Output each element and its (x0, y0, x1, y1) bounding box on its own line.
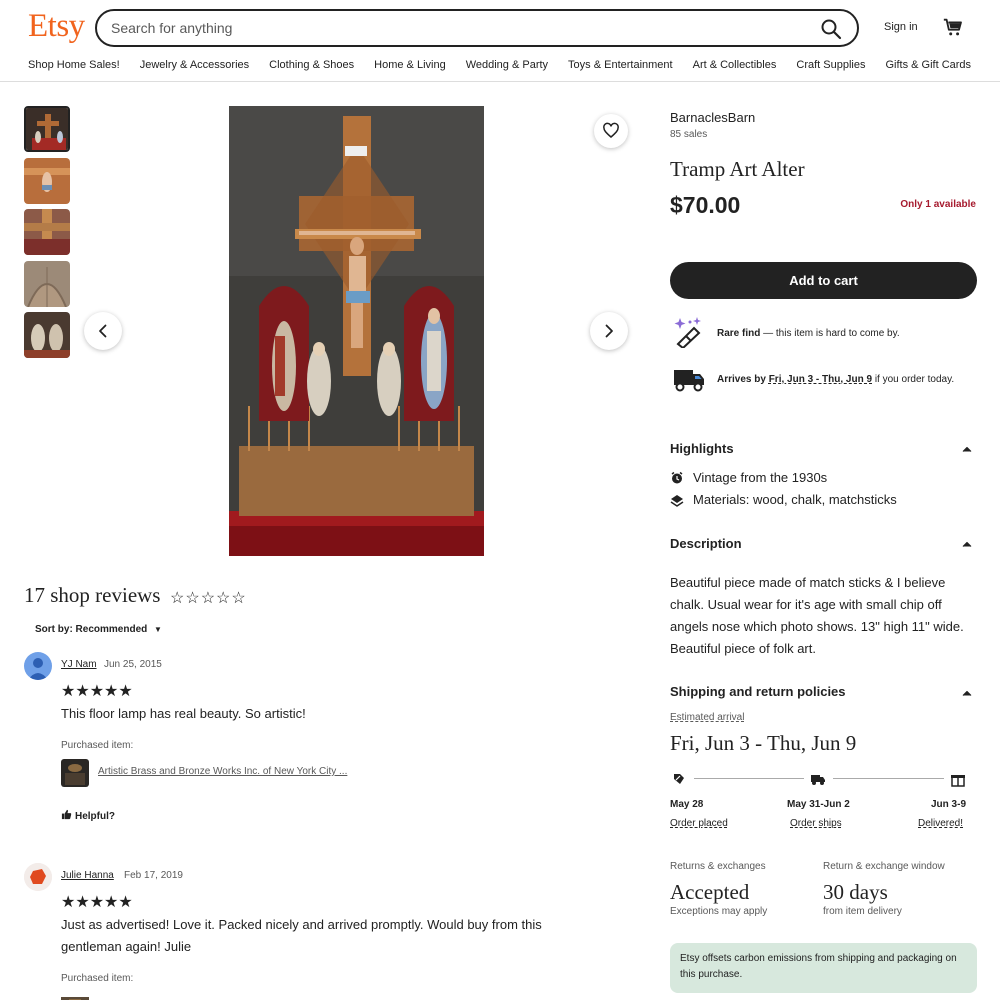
nav-item[interactable]: Wedding & Party (466, 59, 548, 75)
chevron-up-icon[interactable] (961, 540, 973, 548)
sort-dropdown[interactable]: Sort by: Recommended ▼ (35, 624, 162, 635)
sign-in-link[interactable]: Sign in (884, 21, 918, 33)
search-bar (95, 9, 859, 47)
return-window-label: Return & exchange window (823, 861, 945, 872)
thumbnail-3[interactable] (24, 209, 70, 255)
thumbnail-5[interactable] (24, 312, 70, 358)
arrives-prefix: Arrives by (717, 374, 769, 385)
thumbs-up-icon (61, 809, 72, 820)
timeline-label-placed[interactable]: Order placed (670, 818, 728, 829)
carbon-offset-note: Etsy offsets carbon emissions from shipp… (670, 943, 977, 993)
timeline-line (694, 778, 804, 779)
rare-find-label: Rare find (717, 328, 761, 339)
vintage-clock-icon (671, 471, 683, 484)
review-text: This floor lamp has real beauty. So arti… (61, 706, 306, 721)
etsy-logo[interactable]: Etsy (28, 8, 85, 45)
review-date: Jun 25, 2015 (104, 659, 162, 670)
timeline-line (833, 778, 944, 779)
shop-rating-stars: ☆☆☆☆☆ (170, 590, 247, 607)
arrival-note: Arrives by Fri, Jun 3 - Thu, Jun 9 if yo… (717, 374, 954, 385)
rare-find-icon (674, 317, 701, 348)
sales-count: 85 sales (670, 129, 708, 140)
thumbnail-4[interactable] (24, 261, 70, 307)
helpful-button[interactable]: Helpful? (61, 809, 115, 822)
review-stars: ★★★★★ (61, 894, 133, 911)
header-divider (0, 81, 1000, 82)
chevron-up-icon[interactable] (961, 445, 973, 453)
heart-icon (603, 122, 619, 138)
description-heading[interactable]: Description (670, 536, 742, 551)
timeline-date-delivered: Jun 3-9 (931, 799, 967, 810)
main-product-image (229, 106, 484, 556)
reviews-title: 17 shop reviews (24, 583, 161, 607)
avatar[interactable] (24, 652, 52, 680)
arrival-dates-link[interactable]: Fri, Jun 3 - Thu, Jun 9 (769, 374, 872, 385)
timeline-date-placed: May 28 (670, 799, 704, 810)
shipping-heading[interactable]: Shipping and return policies (670, 684, 846, 699)
returns-exceptions: Exceptions may apply (670, 906, 768, 917)
review-date: Feb 17, 2019 (124, 870, 183, 881)
purchased-item-label: Purchased item: (61, 973, 134, 984)
favorite-button[interactable] (594, 114, 628, 148)
shop-name-link[interactable]: BarnaclesBarn (670, 110, 755, 125)
avatar[interactable] (24, 863, 52, 891)
listing-price: $70.00 (670, 192, 741, 218)
nav-item[interactable]: Home & Living (374, 59, 446, 75)
search-input[interactable] (111, 18, 801, 38)
availability-notice: Only 1 available (900, 199, 976, 210)
nav-item[interactable]: Clothing & Shoes (269, 59, 354, 75)
highlight-vintage: Vintage from the 1930s (693, 470, 828, 485)
caret-down-icon: ▼ (154, 625, 162, 634)
review-text: Just as advertised! Love it. Packed nice… (61, 917, 542, 954)
highlights-heading[interactable]: Highlights (670, 441, 734, 456)
thumbnail-1[interactable] (24, 106, 70, 152)
chevron-left-icon (99, 324, 107, 338)
thumbnail-2[interactable] (24, 158, 70, 204)
timeline-date-ships: May 31-Jun 2 (787, 799, 850, 810)
rare-find-note: Rare find — this item is hard to come by… (717, 328, 900, 339)
reviewer-name-link[interactable]: Julie Hanna (61, 870, 114, 881)
nav-item[interactable]: Gifts & Gift Cards (885, 59, 971, 75)
gift-delivered-icon (951, 775, 965, 787)
ships-truck-icon (811, 775, 825, 785)
chevron-right-icon (605, 324, 613, 338)
reviewer-name-link[interactable]: YJ Nam (61, 659, 97, 670)
delivery-truck-icon (674, 370, 704, 392)
nav-item[interactable]: Toys & Entertainment (568, 59, 673, 75)
purchased-item-thumbnail[interactable] (61, 759, 89, 787)
category-nav: Shop Home Sales! Jewelry & Accessories C… (28, 59, 1000, 75)
estimated-arrival-label[interactable]: Estimated arrival (670, 712, 744, 723)
materials-icon (670, 495, 684, 507)
returns-value: Accepted (670, 880, 750, 904)
review-stars: ★★★★★ (61, 683, 133, 700)
search-icon[interactable] (819, 17, 843, 41)
cart-icon[interactable] (942, 16, 964, 38)
nav-item[interactable]: Shop Home Sales! (28, 59, 120, 75)
estimated-arrival-dates: Fri, Jun 3 - Thu, Jun 9 (670, 731, 857, 755)
return-window-value: 30 days (823, 880, 888, 904)
listing-title: Tramp Art Alter (670, 157, 805, 181)
next-image-button[interactable] (590, 312, 628, 350)
prev-image-button[interactable] (84, 312, 122, 350)
chevron-up-icon[interactable] (961, 689, 973, 697)
returns-label: Returns & exchanges (670, 861, 766, 872)
nav-item[interactable]: Jewelry & Accessories (140, 59, 249, 75)
add-to-cart-button[interactable]: Add to cart (670, 262, 977, 299)
purchased-item-thumbnail[interactable] (61, 992, 89, 1000)
nav-item[interactable]: Art & Collectibles (693, 59, 777, 75)
helpful-label: Helpful? (75, 811, 115, 822)
sort-label: Sort by: Recommended (35, 624, 148, 635)
return-window-sub: from item delivery (823, 906, 902, 917)
description-text: Beautiful piece made of match sticks & I… (670, 575, 964, 656)
nav-item[interactable]: Craft Supplies (796, 59, 865, 75)
order-placed-icon (674, 774, 684, 784)
arrives-suffix: if you order today. (872, 374, 955, 385)
purchased-item-link[interactable]: Artistic Brass and Bronze Works Inc. of … (98, 766, 347, 777)
timeline-label-ships[interactable]: Order ships (790, 818, 842, 829)
highlight-materials: Materials: wood, chalk, matchsticks (693, 492, 897, 507)
timeline-label-delivered[interactable]: Delivered! (918, 818, 963, 829)
purchased-item-label: Purchased item: (61, 740, 134, 751)
rare-find-text: — this item is hard to come by. (760, 328, 900, 339)
